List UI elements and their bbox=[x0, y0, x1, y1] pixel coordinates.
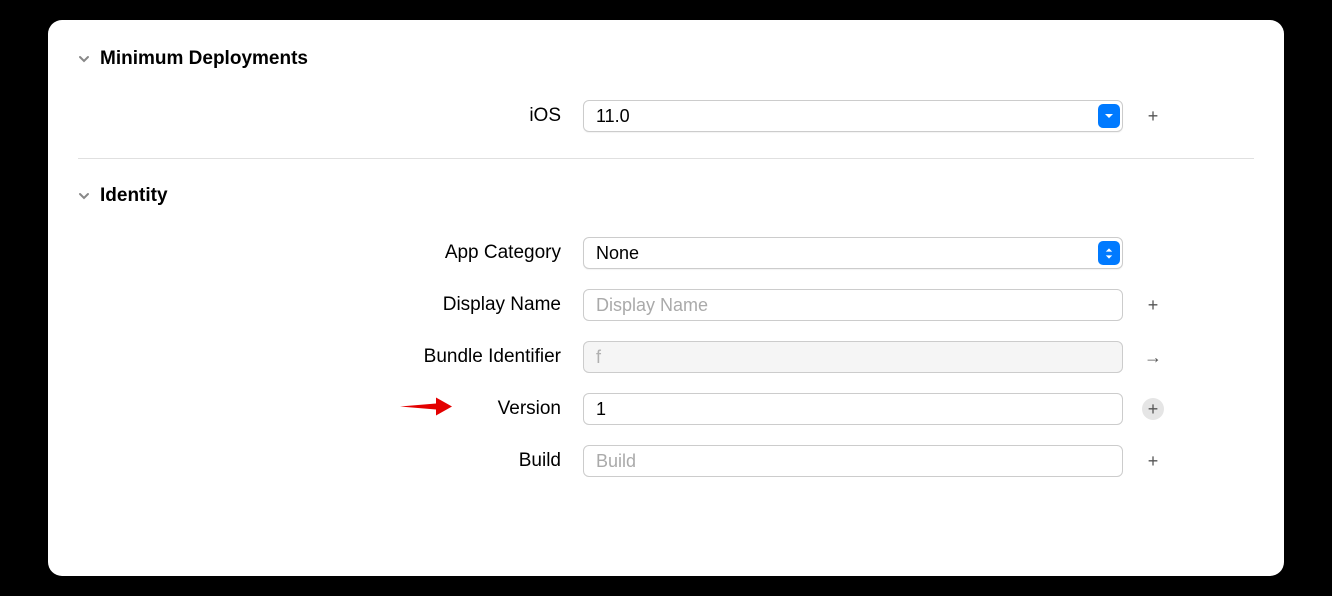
section-title-deployments: Minimum Deployments bbox=[100, 48, 308, 70]
chevron-down-icon[interactable] bbox=[78, 53, 90, 65]
up-down-chevron-icon bbox=[1098, 241, 1120, 265]
label-display-name: Display Name bbox=[78, 294, 583, 316]
row-build: Build + bbox=[48, 435, 1284, 487]
settings-panel: Minimum Deployments iOS 11.0 + Identity … bbox=[48, 20, 1284, 576]
add-display-name-button[interactable]: + bbox=[1142, 294, 1164, 316]
chevron-down-icon bbox=[1098, 104, 1120, 128]
add-version-button[interactable]: + bbox=[1142, 398, 1164, 420]
bundle-identifier-input[interactable] bbox=[583, 341, 1123, 373]
label-bundle-identifier: Bundle Identifier bbox=[78, 346, 583, 368]
row-display-name: Display Name + bbox=[48, 279, 1284, 331]
app-category-value: None bbox=[596, 243, 1098, 264]
section-title-identity: Identity bbox=[100, 185, 168, 207]
row-app-category: App Category None bbox=[48, 227, 1284, 279]
row-version: Version + bbox=[48, 383, 1284, 435]
display-name-input[interactable] bbox=[583, 289, 1123, 321]
add-deployment-button[interactable]: + bbox=[1142, 105, 1164, 127]
ios-version-combo[interactable]: 11.0 bbox=[583, 100, 1123, 132]
section-header-identity: Identity bbox=[48, 181, 1284, 227]
add-build-button[interactable]: + bbox=[1142, 450, 1164, 472]
row-bundle-identifier: Bundle Identifier → bbox=[48, 331, 1284, 383]
app-category-select[interactable]: None bbox=[583, 237, 1123, 269]
chevron-down-icon[interactable] bbox=[78, 190, 90, 202]
section-header-deployments: Minimum Deployments bbox=[48, 44, 1284, 90]
section-divider bbox=[78, 158, 1254, 159]
ios-version-value: 11.0 bbox=[596, 106, 1098, 127]
row-ios: iOS 11.0 + bbox=[48, 90, 1284, 142]
go-to-bundle-button[interactable]: → bbox=[1142, 346, 1164, 368]
label-app-category: App Category bbox=[78, 242, 583, 264]
version-input[interactable] bbox=[583, 393, 1123, 425]
build-input[interactable] bbox=[583, 445, 1123, 477]
label-ios: iOS bbox=[78, 105, 583, 127]
label-build: Build bbox=[78, 450, 583, 472]
label-version: Version bbox=[78, 398, 583, 420]
